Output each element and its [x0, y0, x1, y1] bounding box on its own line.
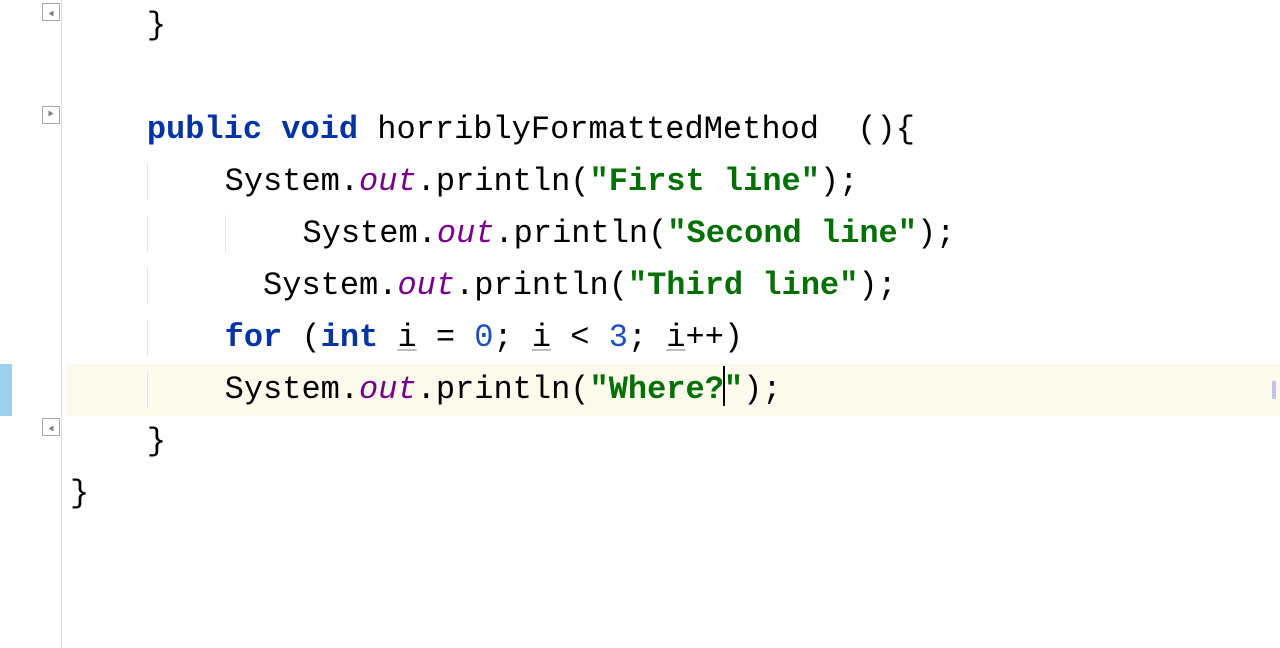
ident-println: println — [514, 215, 648, 252]
ident-println: println — [436, 163, 570, 200]
fold-marker-icon[interactable] — [42, 106, 60, 124]
lt: < — [551, 319, 609, 356]
paren: ( — [648, 215, 667, 252]
semi: ; — [628, 319, 666, 356]
ident-system: System — [225, 163, 340, 200]
dot: . — [417, 371, 436, 408]
dot: . — [340, 371, 359, 408]
string-literal: " — [724, 371, 743, 408]
paren: ( — [570, 163, 589, 200]
code-line[interactable] — [66, 52, 1280, 104]
paren-semi: ); — [743, 371, 781, 408]
brace: } — [147, 7, 166, 44]
brace: } — [147, 423, 166, 460]
fold-marker-icon[interactable] — [42, 3, 60, 21]
code-line[interactable]: System.out.println("Third line"); — [66, 260, 1280, 312]
code-line[interactable]: System.out.println("First line"); — [66, 156, 1280, 208]
code-line[interactable]: } — [66, 468, 1280, 520]
dot: . — [418, 215, 437, 252]
punct: (){ — [819, 111, 915, 148]
cursor-caret — [723, 366, 725, 406]
keyword-void: void — [281, 111, 358, 148]
code-line[interactable]: System.out.println("Second line"); — [66, 208, 1280, 260]
code-line[interactable]: for (int i = 0; i < 3; i++) — [66, 312, 1280, 364]
string-literal: "First line" — [589, 163, 819, 200]
code-line[interactable]: } — [66, 0, 1280, 52]
paren-semi: ); — [820, 163, 858, 200]
semi: ; — [493, 319, 531, 356]
dot: . — [494, 215, 513, 252]
paren-semi: ); — [917, 215, 955, 252]
paren: ( — [609, 267, 628, 304]
method-name: horriblyFormattedMethod — [377, 111, 819, 148]
number-three: 3 — [609, 319, 628, 356]
dot: . — [417, 163, 436, 200]
ident-println: println — [474, 267, 608, 304]
dot: . — [378, 267, 397, 304]
code-line[interactable]: } — [66, 416, 1280, 468]
number-zero: 0 — [474, 319, 493, 356]
var-i: i — [397, 319, 416, 356]
ident-system: System — [302, 215, 417, 252]
fold-marker-icon[interactable] — [42, 418, 60, 436]
field-out: out — [397, 267, 455, 304]
string-literal: "Where? — [589, 371, 723, 408]
field-out: out — [359, 371, 417, 408]
paren: ( — [282, 319, 320, 356]
paren-semi: ); — [858, 267, 896, 304]
brace: } — [70, 475, 89, 512]
keyword-public: public — [147, 111, 262, 148]
field-out: out — [359, 163, 417, 200]
string-literal: "Second line" — [667, 215, 917, 252]
code-editor[interactable]: } public void horriblyFormattedMethod ()… — [62, 0, 1280, 648]
paren: ( — [570, 371, 589, 408]
ident-println: println — [436, 371, 570, 408]
var-i: i — [532, 319, 551, 356]
ident-system: System — [263, 267, 378, 304]
dot: . — [455, 267, 474, 304]
keyword-int: int — [321, 319, 379, 356]
ident-system: System — [225, 371, 340, 408]
eq: = — [417, 319, 475, 356]
inc-close: ++) — [686, 319, 744, 356]
editor-gutter[interactable] — [0, 0, 62, 648]
code-line[interactable]: public void horriblyFormattedMethod (){ — [66, 104, 1280, 156]
var-i: i — [666, 319, 685, 356]
code-line-highlighted[interactable]: System.out.println("Where?"); — [66, 364, 1280, 416]
string-literal: "Third line" — [628, 267, 858, 304]
keyword-for: for — [225, 319, 283, 356]
dot: . — [340, 163, 359, 200]
field-out: out — [437, 215, 495, 252]
